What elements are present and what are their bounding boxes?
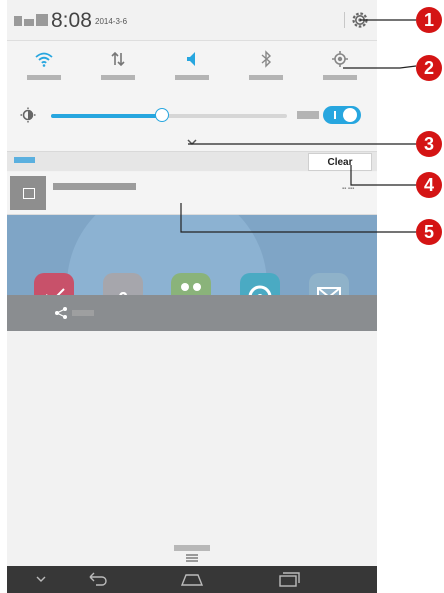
callout-lines bbox=[180, 19, 417, 233]
callout-5: 5 bbox=[416, 219, 442, 245]
callout-1: 1 bbox=[416, 7, 442, 33]
callout-3: 3 bbox=[416, 131, 442, 157]
callout-2: 2 bbox=[416, 55, 442, 81]
callout-4: 4 bbox=[416, 172, 442, 198]
